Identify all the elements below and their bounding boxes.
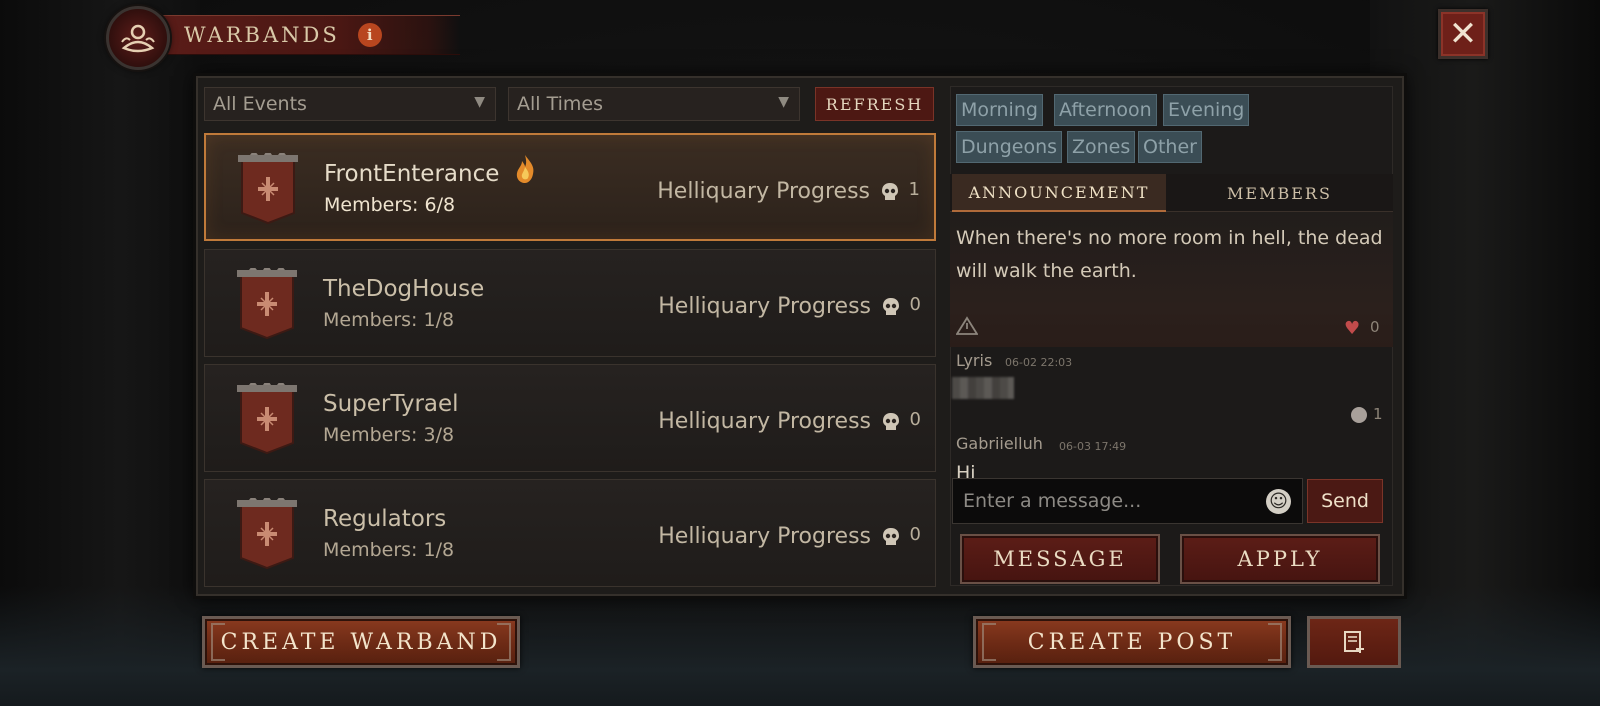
- page-title: WARBANDS: [184, 23, 340, 47]
- reaction-count: 1: [1373, 405, 1383, 423]
- title-banner: WARBANDS i: [160, 15, 460, 55]
- helliquary-progress-count: 0: [909, 409, 921, 430]
- announcement-text: When there's no more room in hell, the d…: [956, 227, 1383, 282]
- helliquary-progress-label: Helliquary Progress: [657, 179, 870, 204]
- heart-icon[interactable]: ♥: [1344, 318, 1360, 339]
- tag-morning[interactable]: Morning: [956, 94, 1043, 126]
- warband-row[interactable]: TheDogHouse Members: 1/8 Helliquary Prog…: [204, 249, 936, 357]
- skull-icon: [883, 298, 899, 315]
- warband-emblem-icon: [106, 6, 170, 70]
- button-corner-ornament: [497, 623, 511, 661]
- comment-time: 06-02 22:03: [1005, 356, 1073, 369]
- close-button[interactable]: ✕: [1438, 9, 1488, 59]
- tab-announcement[interactable]: ANNOUNCEMENT: [952, 174, 1166, 212]
- warband-name: FrontEnterance: [324, 161, 500, 187]
- tag-evening[interactable]: Evening: [1163, 94, 1250, 126]
- skull-icon: [882, 183, 898, 200]
- tag-dungeons[interactable]: Dungeons: [956, 131, 1063, 163]
- helliquary-progress-count: 0: [909, 294, 921, 315]
- my-posts-button[interactable]: [1307, 616, 1401, 668]
- warband-banner-icon: [238, 153, 298, 225]
- warband-banner-icon: [237, 498, 297, 570]
- reaction-icon[interactable]: [1351, 407, 1367, 423]
- fire-icon: [516, 155, 534, 183]
- warband-row[interactable]: Regulators Members: 1/8 Helliquary Progr…: [204, 479, 936, 587]
- info-icon[interactable]: i: [357, 23, 382, 47]
- warband-name: Regulators: [323, 506, 447, 532]
- helliquary-progress-count: 0: [909, 524, 921, 545]
- warband-members: Members: 6/8: [324, 194, 456, 216]
- skull-icon: [883, 528, 899, 545]
- comment-author: Gabriielluh: [956, 434, 1043, 453]
- create-warband-label: CREATE WARBAND: [220, 629, 502, 655]
- emblem-figure-icon: [121, 24, 155, 53]
- chevron-down-icon: ▼: [474, 94, 485, 110]
- button-corner-ornament: [1268, 623, 1282, 661]
- event-filter-value: All Events: [213, 93, 307, 115]
- like-count: 0: [1370, 318, 1380, 336]
- warband-members: Members: 1/8: [323, 309, 455, 331]
- helliquary-progress-count: 1: [908, 179, 920, 200]
- comment-author: Lyris: [956, 351, 993, 370]
- event-filter-select[interactable]: All Events ▼: [204, 87, 496, 121]
- helliquary-progress-label: Helliquary Progress: [658, 524, 871, 549]
- report-icon[interactable]: [956, 316, 978, 336]
- button-corner-ornament: [982, 623, 996, 661]
- warband-members: Members: 3/8: [323, 424, 455, 446]
- emoji-icon[interactable]: ☺: [1266, 489, 1291, 514]
- warband-row[interactable]: FrontEnterance Members: 6/8 Helliquary P…: [204, 133, 936, 241]
- message-button[interactable]: MESSAGE: [960, 534, 1160, 584]
- note-add-icon: [1344, 631, 1364, 653]
- button-corner-ornament: [211, 623, 225, 661]
- helliquary-progress-label: Helliquary Progress: [658, 294, 871, 319]
- apply-button[interactable]: APPLY: [1180, 534, 1380, 584]
- tag-afternoon[interactable]: Afternoon: [1054, 94, 1157, 126]
- tab-members[interactable]: MEMBERS: [1168, 174, 1391, 212]
- warband-members: Members: 1/8: [323, 539, 455, 561]
- create-warband-button[interactable]: CREATE WARBAND: [202, 616, 520, 668]
- message-input-placeholder: Enter a message...: [963, 490, 1142, 512]
- create-post-label: CREATE POST: [1027, 629, 1237, 655]
- send-button[interactable]: Send: [1307, 479, 1383, 523]
- helliquary-progress-label: Helliquary Progress: [658, 409, 871, 434]
- warband-name: SuperTyrael: [323, 391, 459, 417]
- tag-zones[interactable]: Zones: [1067, 131, 1136, 163]
- message-input[interactable]: Enter a message...: [952, 478, 1303, 524]
- warband-banner-icon: [237, 383, 297, 455]
- time-filter-value: All Times: [517, 93, 603, 115]
- tag-other[interactable]: Other: [1138, 131, 1202, 163]
- skull-icon: [883, 413, 899, 430]
- chevron-down-icon: ▼: [778, 94, 789, 110]
- refresh-button[interactable]: REFRESH: [815, 87, 934, 121]
- warband-banner-icon: [237, 268, 297, 340]
- blurred-comment-content: [952, 377, 1014, 399]
- comment-time: 06-03 17:49: [1059, 440, 1127, 453]
- warband-name: TheDogHouse: [323, 276, 485, 302]
- warband-row[interactable]: SuperTyrael Members: 3/8 Helliquary Prog…: [204, 364, 936, 472]
- time-filter-select[interactable]: All Times ▼: [508, 87, 800, 121]
- create-post-button[interactable]: CREATE POST: [973, 616, 1291, 668]
